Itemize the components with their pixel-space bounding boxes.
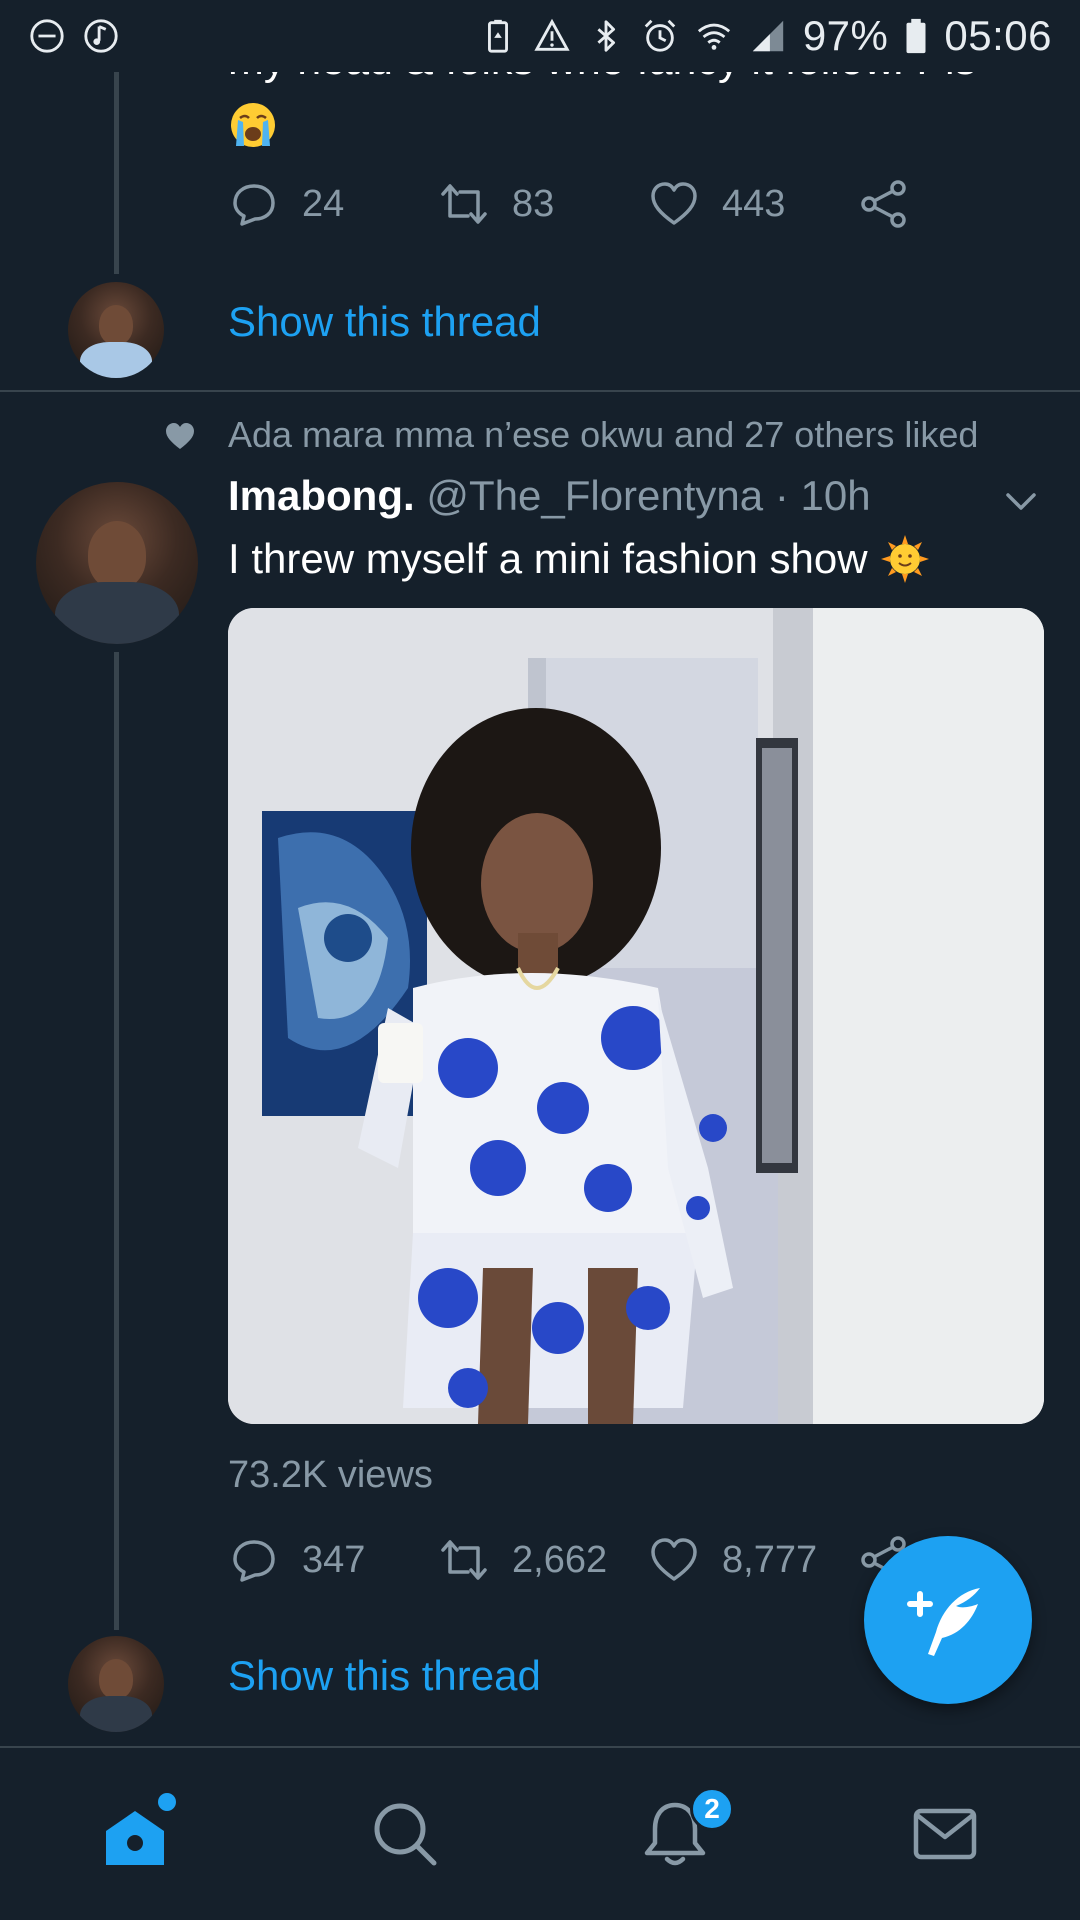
music-note-icon <box>82 17 120 55</box>
nav-notifications[interactable]: 2 <box>630 1787 734 1879</box>
tweet-video[interactable] <box>228 608 1044 1424</box>
reply-button[interactable]: 347 <box>228 1534 438 1586</box>
loudly-crying-face-emoji <box>228 100 278 150</box>
tweet-timestamp[interactable]: 10h <box>801 472 871 519</box>
avatar-body <box>79 1695 153 1732</box>
messages-icon <box>913 1808 977 1860</box>
reply-count: 347 <box>302 1538 366 1581</box>
previous-tweet-actions: 24 83 443 <box>228 178 910 230</box>
home-new-tweets-dot <box>158 1793 176 1811</box>
like-count: 443 <box>722 182 786 225</box>
thread-connector-line <box>114 652 119 1630</box>
bottom-navigation: 2 <box>0 1746 1080 1920</box>
avatar-body <box>55 582 179 644</box>
reply-count: 24 <box>302 182 345 225</box>
do-not-disturb-icon <box>28 17 66 55</box>
notifications-badge: 2 <box>690 1787 734 1831</box>
handle[interactable]: @The_Florentyna <box>426 472 763 519</box>
nav-search[interactable] <box>360 1789 450 1879</box>
heart-icon <box>651 1538 697 1581</box>
tweet-actions: 347 2,662 8,777 <box>228 1534 910 1586</box>
display-name[interactable]: Imabong. <box>228 472 415 519</box>
battery-saver-icon <box>479 17 517 55</box>
compose-tweet-icon <box>907 1588 980 1656</box>
compose-tweet-button[interactable] <box>864 1536 1032 1704</box>
alarm-icon <box>641 17 679 55</box>
tweet-text: I threw myself a mini fashion show <box>228 534 930 584</box>
social-context[interactable]: Ada mara mma n’ese okwu and 27 others li… <box>228 414 978 456</box>
like-button[interactable]: 443 <box>648 178 858 230</box>
separator-dot: · <box>774 472 789 519</box>
retweet-button[interactable]: 83 <box>438 178 648 230</box>
heart-icon <box>651 182 697 225</box>
retweet-icon <box>441 1540 487 1580</box>
reply-icon <box>233 184 275 226</box>
author-avatar[interactable] <box>36 482 198 644</box>
view-count: 73.2K views <box>228 1454 433 1496</box>
avatar[interactable] <box>68 1636 164 1732</box>
warning-icon <box>533 17 571 55</box>
show-this-thread-link[interactable]: Show this thread <box>228 1652 541 1700</box>
video-frame <box>228 608 1044 1424</box>
wifi-icon <box>695 17 733 55</box>
retweet-count: 83 <box>512 182 555 225</box>
reply-icon <box>233 1540 275 1582</box>
share-button[interactable] <box>858 178 910 230</box>
status-bar-left <box>28 17 120 55</box>
like-count: 8,777 <box>722 1538 818 1581</box>
avatar[interactable] <box>68 282 164 378</box>
battery-icon <box>904 17 928 55</box>
signal-icon <box>749 17 787 55</box>
search-icon <box>374 1803 437 1866</box>
tweet-text-content: I threw myself a mini fashion show <box>228 535 868 582</box>
liked-heart-icon <box>166 423 194 449</box>
thread-connector-line <box>114 72 119 274</box>
nav-home[interactable] <box>90 1789 180 1879</box>
like-button[interactable]: 8,777 <box>648 1534 858 1586</box>
nav-messages[interactable] <box>900 1789 990 1879</box>
share-icon <box>861 180 906 228</box>
chevron-down-icon[interactable] <box>1000 480 1042 522</box>
bluetooth-icon <box>587 17 625 55</box>
status-bar-right: 97% 05:06 <box>479 12 1052 60</box>
show-this-thread-link[interactable]: Show this thread <box>228 298 541 346</box>
sun-with-face-emoji <box>880 534 930 584</box>
tweet-divider <box>0 390 1080 392</box>
clock: 05:06 <box>944 12 1052 59</box>
avatar-body <box>79 341 153 378</box>
retweet-button[interactable]: 2,662 <box>438 1534 648 1586</box>
tweet-header: Imabong. @The_Florentyna · 10h <box>228 472 871 520</box>
battery-percent: 97% <box>802 12 889 59</box>
avatar-face <box>98 305 134 346</box>
reply-button[interactable]: 24 <box>228 178 438 230</box>
avatar-face <box>98 1659 134 1700</box>
twitter-app-screen: 97% 05:06 my head & folks who fancy it f… <box>0 0 1080 1920</box>
avatar-face <box>87 520 147 589</box>
retweet-count: 2,662 <box>512 1538 608 1581</box>
retweet-icon <box>441 184 487 224</box>
status-bar: 97% 05:06 <box>0 0 1080 72</box>
